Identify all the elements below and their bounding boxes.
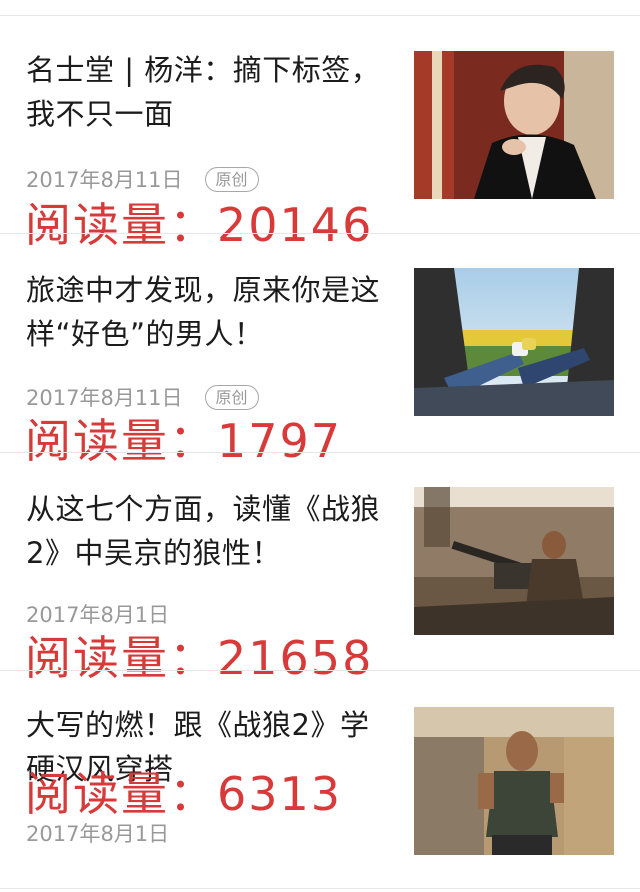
article-date: 2017年8月1日 (26, 822, 170, 846)
article-title[interactable]: 从这七个方面，读懂《战狼2》中吴京的狼性！ (26, 487, 386, 575)
movie-still-photo-icon[interactable] (414, 487, 614, 635)
article-meta: 2017年8月1日 (26, 818, 169, 848)
article-meta: 2017年8月11日 原创 (26, 382, 259, 412)
portrait-photo-icon[interactable] (414, 51, 614, 199)
read-count: 阅读量：6313 (25, 767, 343, 821)
article-list: 名士堂 | 杨洋：摘下标签，我不只一面 2017年8月11日 原创 阅读量：20… (0, 0, 640, 892)
article-title[interactable]: 旅途中才发现，原来你是这样“好色”的男人！ (26, 268, 386, 356)
article-date: 2017年8月11日 (26, 168, 183, 192)
article-meta: 2017年8月1日 (26, 599, 169, 629)
article-meta: 2017年8月11日 原创 (26, 164, 259, 194)
article-item-2[interactable]: 旅途中才发现，原来你是这样“好色”的男人！ 2017年8月11日 原创 阅读量：… (0, 234, 640, 468)
article-item-3[interactable]: 从这七个方面，读懂《战狼2》中吴京的狼性！ 2017年8月1日 阅读量：2165… (0, 453, 640, 685)
original-badge: 原创 (204, 166, 259, 192)
article-item-4[interactable]: 大写的燃！跟《战狼2》学硬汉风穿搭 阅读量：6313 2017年8月1日 (0, 671, 640, 888)
article-title[interactable]: 名士堂 | 杨洋：摘下标签，我不只一面 (26, 48, 386, 136)
car-trip-photo-icon[interactable] (414, 268, 614, 416)
article-date: 2017年8月11日 (26, 386, 183, 410)
original-badge: 原创 (204, 384, 259, 410)
article-item-1[interactable]: 名士堂 | 杨洋：摘下标签，我不只一面 2017年8月11日 原创 阅读量：20… (0, 16, 640, 252)
bottom-divider (0, 888, 640, 889)
actor-photo-icon[interactable] (414, 707, 614, 855)
article-date: 2017年8月1日 (26, 603, 170, 627)
